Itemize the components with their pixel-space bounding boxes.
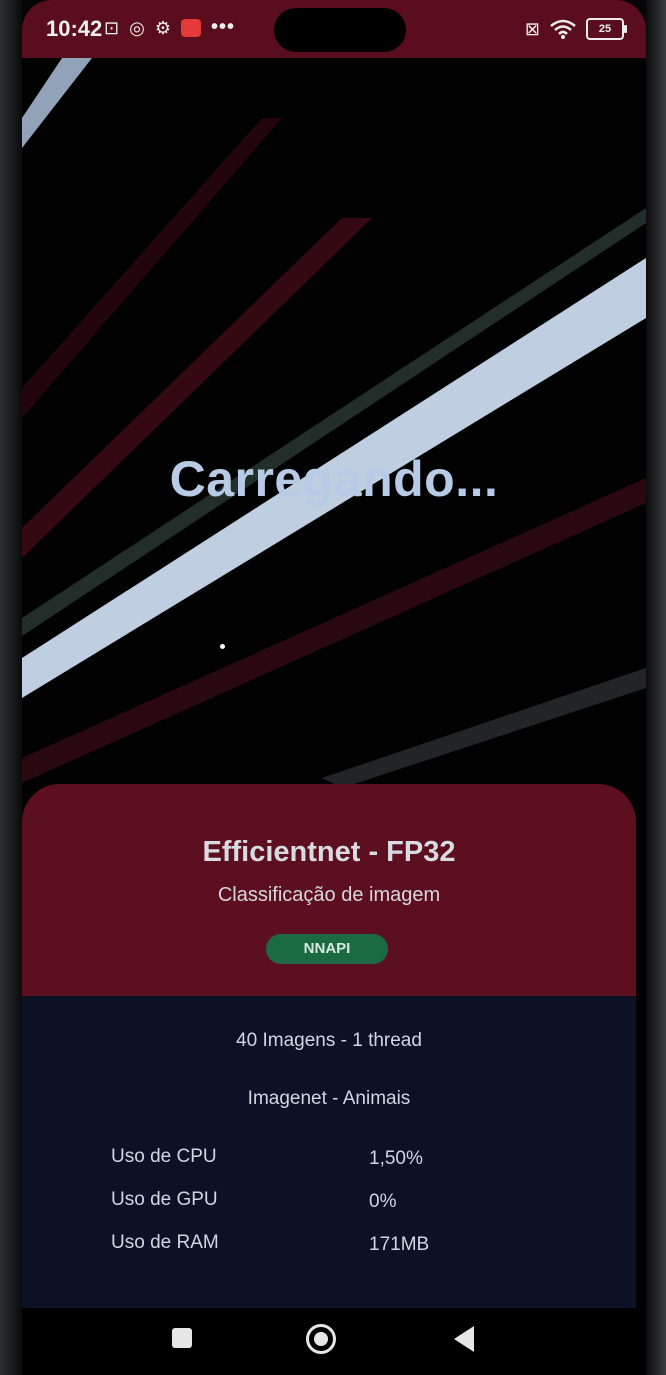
settings-icon: ⚙ <box>154 17 171 38</box>
phone-bezel-right <box>646 0 666 1375</box>
benchmark-card: Efficientnet - FP32 Classificação de ima… <box>22 784 636 1308</box>
data-saver-icon: ◎ <box>129 17 145 38</box>
loading-indicator-dot <box>220 644 225 649</box>
status-time: 10:42 <box>46 16 103 41</box>
phone-frame: 10:42 ⊡ ◎ ⚙ ••• ⊠ 25 Carregando... Effic… <box>0 0 666 1375</box>
status-icons-left: ⊡ ◎ ⚙ ••• <box>104 16 235 39</box>
ram-usage-value: 171MB <box>369 1234 430 1255</box>
recent-apps-button[interactable] <box>172 1328 192 1348</box>
battery-icon: 25 <box>586 18 627 40</box>
camera-notch <box>274 8 406 52</box>
delegate-badge: NNAPI <box>266 934 388 964</box>
task-label: Classificação de imagem <box>217 884 441 906</box>
dataset-label: Imagenet - Animais <box>247 1088 411 1109</box>
ram-usage-label: Uso de RAM <box>111 1232 219 1253</box>
navigation-bar <box>22 1308 646 1375</box>
nfc-icon: ⊡ <box>104 17 120 38</box>
gpu-usage-label: Uso de GPU <box>111 1189 218 1210</box>
card-body: 40 Imagens - 1 thread Imagenet - Animais… <box>22 996 636 1308</box>
wifi-icon <box>550 19 576 39</box>
home-button[interactable] <box>306 1324 336 1354</box>
status-icons-right: ⊠ 25 <box>524 18 627 40</box>
no-sim-icon: ⊠ <box>524 19 540 39</box>
mail-icon <box>180 18 201 37</box>
back-button[interactable] <box>454 1326 474 1352</box>
status-bar: 10:42 ⊡ ◎ ⚙ ••• ⊠ 25 <box>22 0 646 58</box>
cpu-usage-value: 1,50% <box>369 1148 423 1169</box>
loading-title: Carregando... <box>169 451 499 507</box>
more-notifications-icon: ••• <box>210 16 235 38</box>
model-title: Efficientnet - FP32 <box>202 836 456 868</box>
background-light-streaks <box>22 58 646 788</box>
images-info: 40 Imagens - 1 thread <box>236 1030 422 1051</box>
card-header: Efficientnet - FP32 Classificação de ima… <box>22 784 636 996</box>
app-screen: Carregando... Efficientnet - FP32 Classi… <box>22 58 646 1308</box>
phone-bezel-left <box>0 0 22 1375</box>
gpu-usage-value: 0% <box>369 1191 397 1212</box>
cpu-usage-label: Uso de CPU <box>111 1146 217 1167</box>
